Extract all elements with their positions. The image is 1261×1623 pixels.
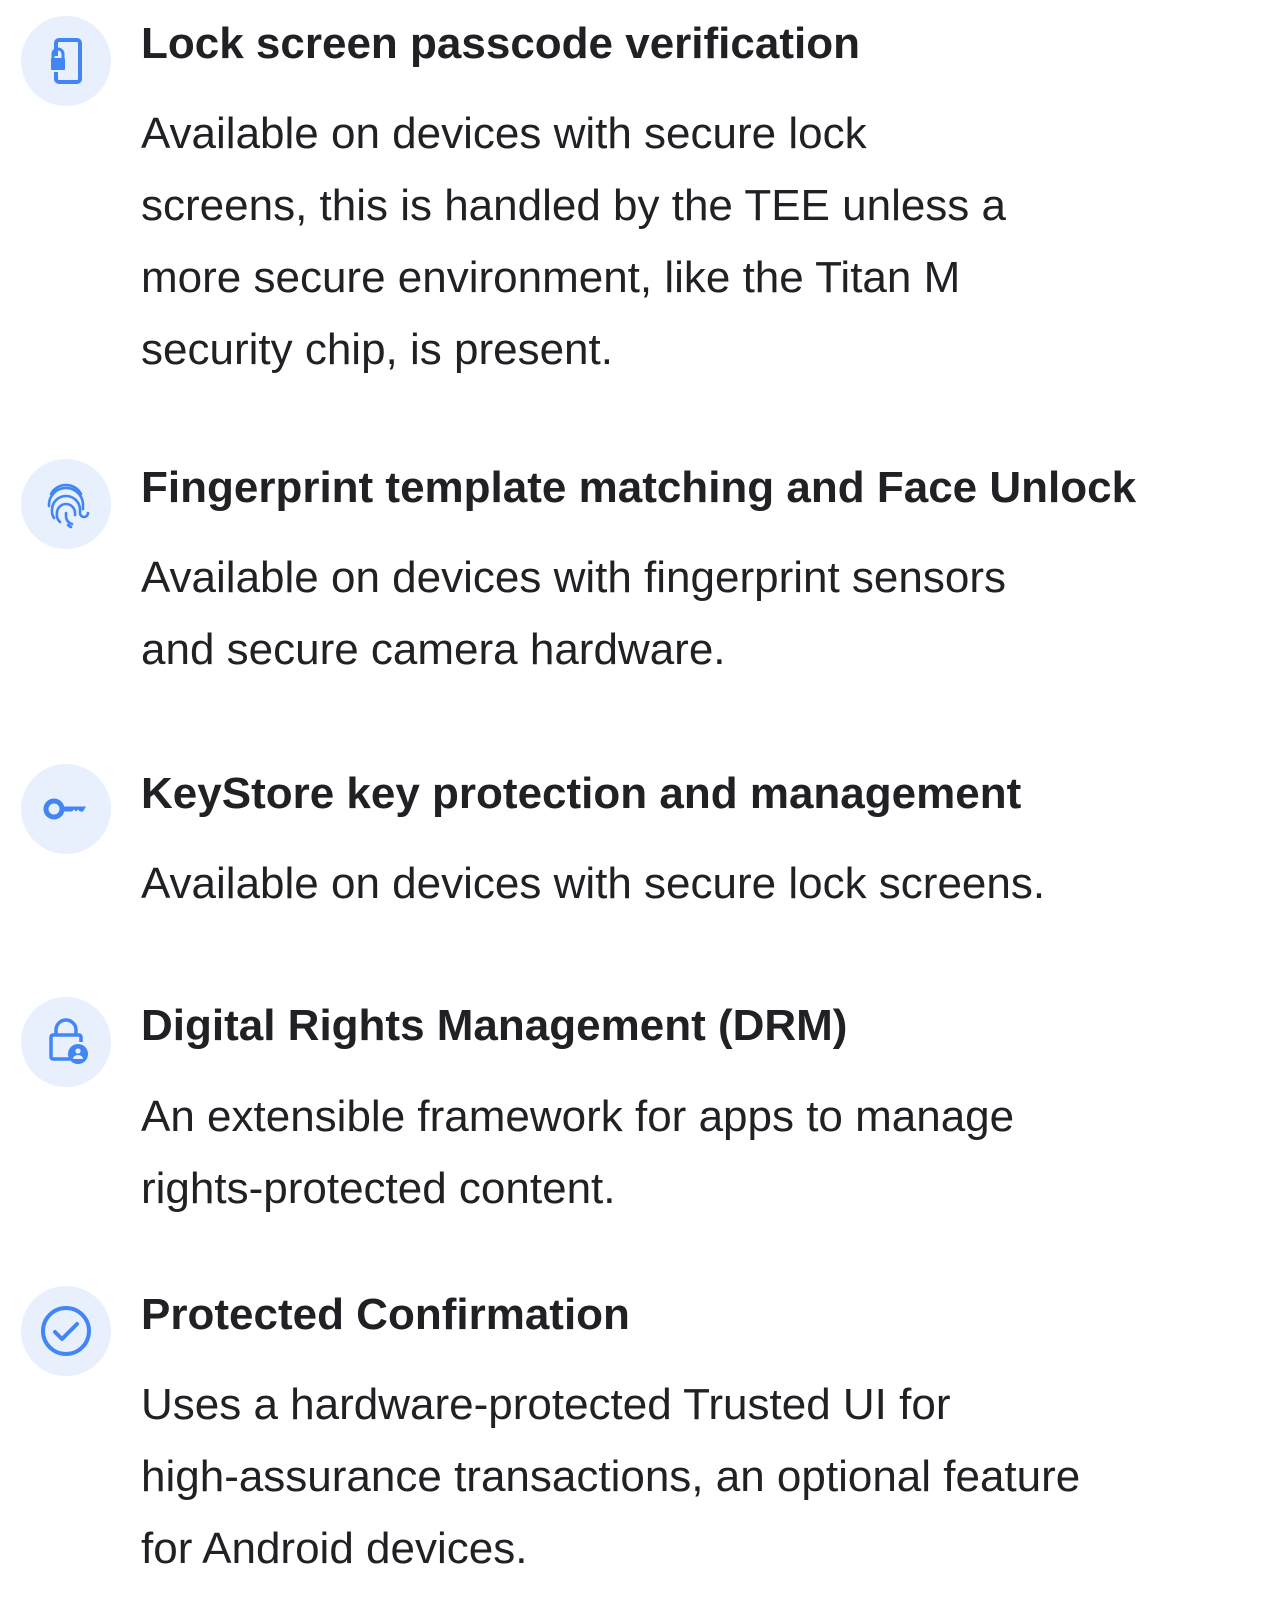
feature-title: Protected Confirmation [141, 1290, 630, 1339]
description-line: Uses a hardware-protected Trusted UI for [141, 1380, 951, 1429]
description-line: Available on devices with secure lock sc… [141, 859, 1046, 908]
description-line: high-assurance transactions, an optional… [141, 1452, 1081, 1501]
feature-description: Uses a hardware-protected Trusted UI for… [141, 1369, 1211, 1585]
feature-title: Digital Rights Management (DRM) [141, 1001, 848, 1050]
feature-title: Fingerprint template matching and Face U… [141, 463, 1137, 512]
description-line: and secure camera hardware. [141, 625, 726, 674]
key-icon [21, 764, 111, 854]
description-line: An extensible framework for apps to mana… [141, 1092, 1015, 1141]
description-line: security chip, is present. [141, 325, 613, 374]
description-line: Available on devices with secure lock [141, 109, 867, 158]
phone-lock-icon [21, 16, 111, 106]
feature-description: Available on devices with fingerprint se… [141, 542, 1211, 686]
description-line: for Android devices. [141, 1524, 528, 1573]
fingerprint-icon [21, 459, 111, 549]
description-line: rights-protected content. [141, 1164, 616, 1213]
feature-description: Available on devices with secure lock sc… [141, 98, 1211, 386]
check-circle-icon [21, 1286, 111, 1376]
feature-description: An extensible framework for apps to mana… [141, 1081, 1211, 1225]
description-line: Available on devices with fingerprint se… [141, 553, 1006, 602]
feature-description: Available on devices with secure lock sc… [141, 848, 1211, 920]
feature-title: KeyStore key protection and management [141, 769, 1022, 818]
description-line: more secure environment, like the Titan … [141, 253, 961, 302]
lock-person-icon [21, 997, 111, 1087]
feature-title: Lock screen passcode verification [141, 19, 860, 68]
description-line: screens, this is handled by the TEE unle… [141, 181, 1007, 230]
